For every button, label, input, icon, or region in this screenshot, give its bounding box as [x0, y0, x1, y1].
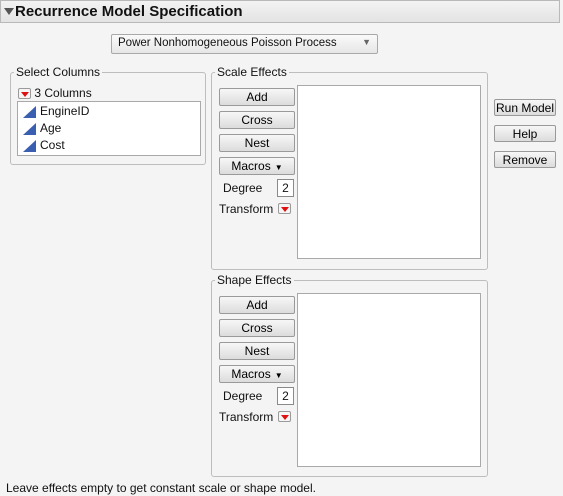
- help-button[interactable]: Help: [494, 125, 556, 142]
- scale-effects-list[interactable]: [297, 85, 481, 259]
- list-item[interactable]: EngineID: [18, 103, 200, 120]
- column-name: Cost: [40, 138, 65, 152]
- scale-add-button[interactable]: Add: [219, 88, 295, 106]
- continuous-column-icon: [23, 106, 36, 118]
- shape-effects-list[interactable]: [297, 293, 481, 467]
- scale-degree-input[interactable]: 2: [277, 179, 294, 197]
- scale-nest-button[interactable]: Nest: [219, 134, 295, 152]
- chevron-down-icon: ▼: [362, 37, 371, 47]
- list-item[interactable]: Cost: [18, 137, 200, 154]
- caret-down-icon: ▼: [274, 371, 283, 380]
- shape-nest-button[interactable]: Nest: [219, 342, 295, 360]
- scale-transform-label: Transform: [219, 202, 274, 216]
- shape-effects-legend: Shape Effects: [217, 273, 292, 287]
- columns-header: 3 Columns: [18, 86, 92, 101]
- model-type-value: Power Nonhomogeneous Poisson Process: [118, 37, 337, 49]
- red-triangle-menu-icon[interactable]: [18, 88, 31, 100]
- continuous-column-icon: [23, 123, 36, 135]
- window-title: Recurrence Model Specification: [15, 3, 243, 20]
- footer-note: Leave effects empty to get constant scal…: [6, 481, 316, 495]
- shape-cross-button[interactable]: Cross: [219, 319, 295, 337]
- disclosure-icon[interactable]: [4, 8, 14, 15]
- scale-macros-button[interactable]: Macros ▼: [219, 157, 295, 175]
- shape-macros-button[interactable]: Macros ▼: [219, 365, 295, 383]
- scale-effects-legend: Scale Effects: [217, 65, 287, 79]
- macros-label: Macros: [231, 367, 271, 381]
- title-bar: Recurrence Model Specification: [0, 0, 560, 23]
- scale-cross-button[interactable]: Cross: [219, 111, 295, 129]
- scale-degree-label: Degree: [223, 181, 263, 195]
- shape-degree-input[interactable]: 2: [277, 387, 294, 405]
- columns-count: 3 Columns: [34, 86, 92, 100]
- list-item[interactable]: Age: [18, 120, 200, 137]
- shape-add-button[interactable]: Add: [219, 296, 295, 314]
- select-columns-legend: Select Columns: [16, 65, 101, 79]
- columns-list[interactable]: EngineID Age Cost: [17, 101, 201, 156]
- model-type-select[interactable]: Power Nonhomogeneous Poisson Process ▼: [111, 34, 378, 54]
- caret-down-icon: ▼: [274, 163, 283, 172]
- shape-transform-menu-icon[interactable]: [278, 411, 291, 422]
- macros-label: Macros: [231, 159, 271, 173]
- shape-degree-label: Degree: [223, 389, 263, 403]
- column-name: Age: [40, 121, 62, 135]
- continuous-column-icon: [23, 140, 36, 152]
- remove-button[interactable]: Remove: [494, 151, 556, 168]
- scale-transform-menu-icon[interactable]: [278, 203, 291, 214]
- column-name: EngineID: [40, 104, 90, 118]
- run-model-button[interactable]: Run Model: [494, 99, 556, 116]
- shape-transform-label: Transform: [219, 410, 274, 424]
